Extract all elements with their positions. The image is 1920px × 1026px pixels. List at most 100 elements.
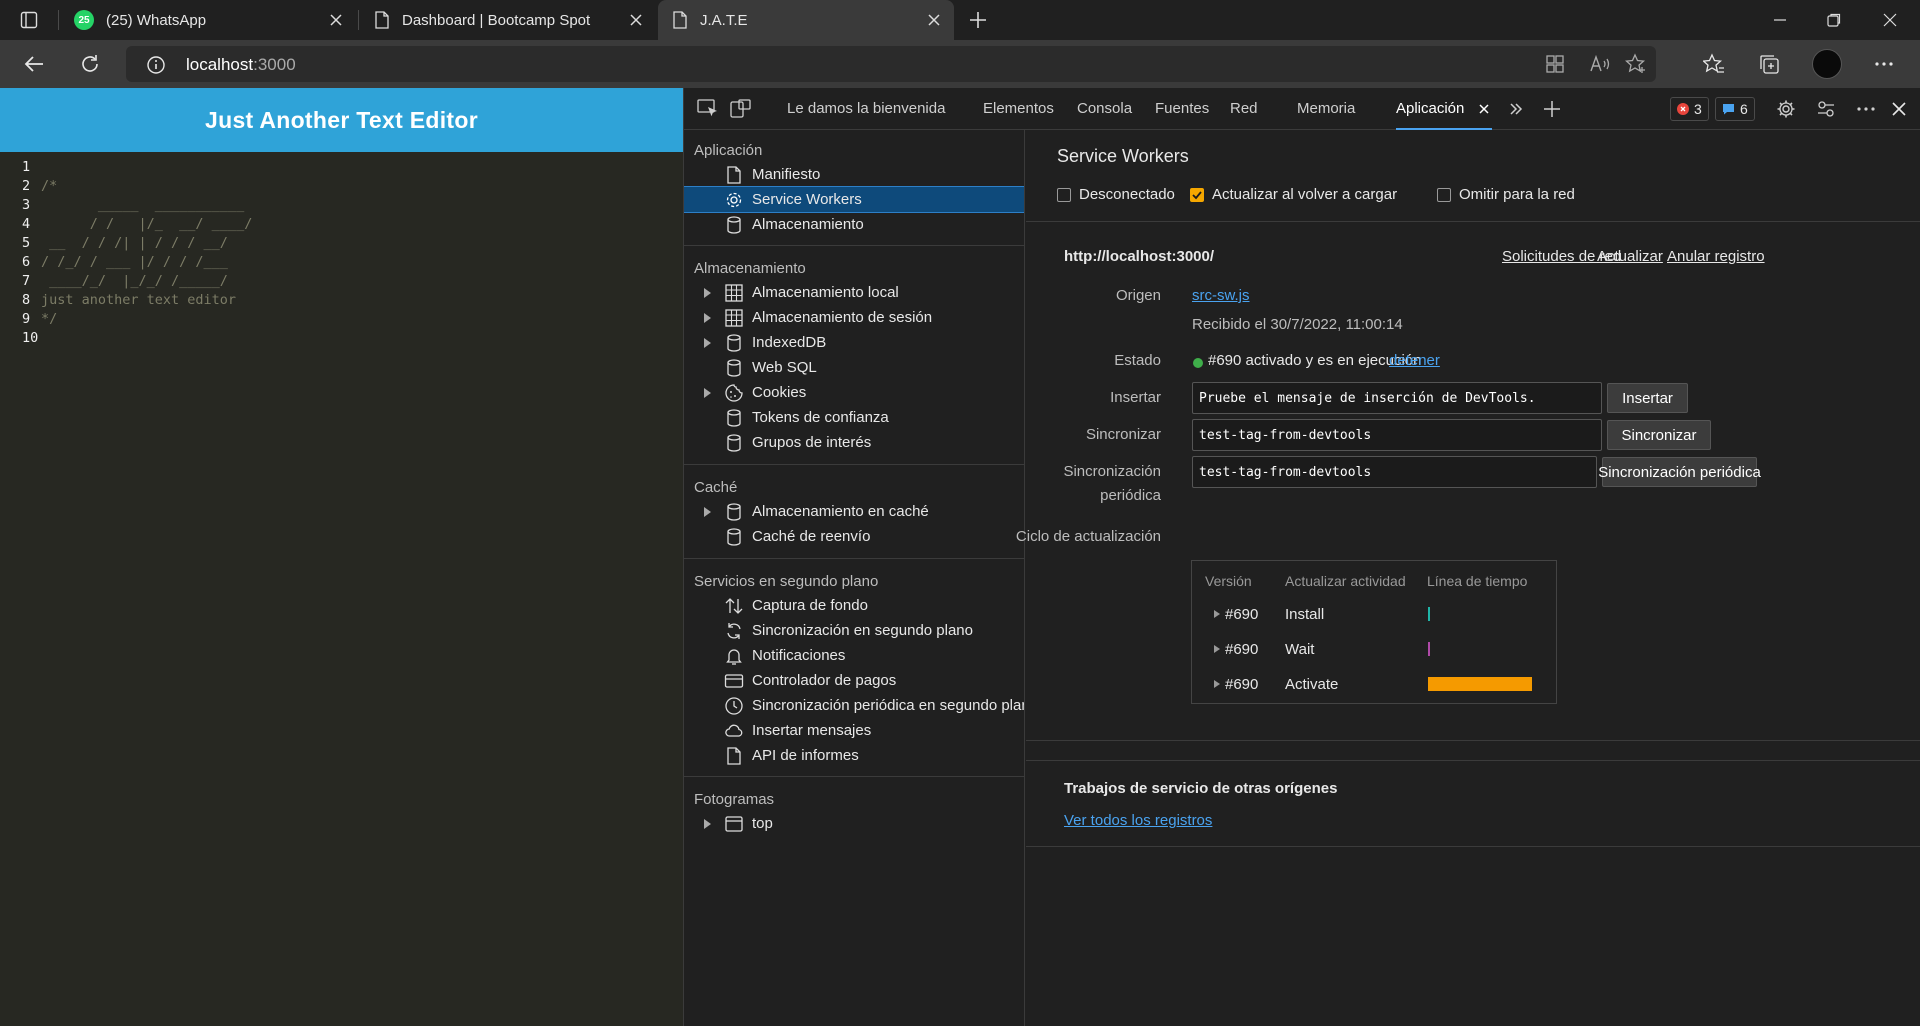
expand-arrow-icon[interactable] [704, 388, 711, 398]
tab-console[interactable]: Consola [1077, 88, 1132, 130]
close-window-icon[interactable] [1862, 0, 1918, 40]
tab-network[interactable]: Red [1230, 88, 1258, 130]
sidebar-item-push-messaging[interactable]: Insertar mensajes [684, 718, 1024, 743]
sync-button[interactable]: Sincronizar [1607, 420, 1711, 450]
apps-icon[interactable] [1539, 48, 1571, 80]
customize-icon[interactable] [1814, 97, 1838, 121]
table-row[interactable]: #690 Activate [1192, 671, 1556, 699]
line-number: 6 [22, 254, 31, 270]
info-icon[interactable] [146, 55, 166, 75]
expand-arrow-icon[interactable] [704, 819, 711, 829]
expand-arrow-icon[interactable] [704, 313, 711, 323]
back-icon[interactable] [18, 48, 50, 80]
url-port: :3000 [253, 55, 296, 74]
line-text: __ / / /| | / / / __/ [41, 235, 228, 251]
document-icon [727, 747, 741, 765]
line-number: 7 [22, 273, 31, 289]
sidebar-item-payment-handler[interactable]: Controlador de pagos [684, 668, 1024, 693]
avatar[interactable] [1811, 48, 1843, 80]
sidebar-item-session-storage[interactable]: Almacenamiento de sesión [684, 305, 1024, 330]
sidebar-item-label: Service Workers [752, 191, 862, 208]
sidebar-item-reporting-api[interactable]: API de informes [684, 743, 1024, 768]
sync-tag-input[interactable]: test-tag-from-devtools [1192, 419, 1602, 451]
tab-label: Aplicación [1396, 100, 1465, 117]
code-editor[interactable]: 1 2 /* 3 _____ ___________ 4 / / |/_ __/ … [0, 158, 252, 348]
close-icon[interactable] [926, 12, 942, 28]
expand-arrow-icon[interactable] [1214, 610, 1220, 618]
expand-arrow-icon[interactable] [1214, 645, 1220, 653]
sidebar-item-web-sql[interactable]: Web SQL [684, 355, 1024, 380]
refresh-icon[interactable] [74, 48, 106, 80]
sidebar-item-label: Grupos de interés [752, 434, 872, 451]
add-favorite-icon[interactable] [1620, 48, 1652, 80]
device-emulation-icon[interactable] [729, 97, 753, 121]
push-message-input[interactable]: Pruebe el mensaje de inserción de DevToo… [1192, 382, 1602, 414]
table-row[interactable]: #690 Wait [1192, 636, 1556, 664]
tab-elements[interactable]: Elementos [983, 88, 1054, 130]
sidebar-item-local-storage[interactable]: Almacenamiento local [684, 280, 1024, 305]
sidebar-item-manifest[interactable]: Manifiesto [684, 162, 1024, 187]
update-link[interactable]: Actualizar [1597, 248, 1663, 265]
sidebar-item-trust-tokens[interactable]: Tokens de confianza [684, 405, 1024, 430]
tab-memory[interactable]: Memoria [1297, 88, 1355, 130]
minimize-icon[interactable] [1752, 0, 1808, 40]
sidebar-item-interest-groups[interactable]: Grupos de interés [684, 430, 1024, 455]
sidebar-item-cookies[interactable]: Cookies [684, 380, 1024, 405]
tab-whatsapp[interactable]: 25 (25) WhatsApp [60, 0, 356, 40]
read-aloud-icon[interactable] [1584, 48, 1616, 80]
inspect-element-icon[interactable] [696, 97, 720, 121]
more-icon[interactable] [1868, 48, 1900, 80]
tab-application[interactable]: Aplicación [1396, 88, 1493, 130]
add-tab-icon[interactable] [1540, 97, 1564, 121]
sidebar-item-notifications[interactable]: Notificaciones [684, 643, 1024, 668]
sidebar-item-storage[interactable]: Almacenamiento [684, 212, 1024, 237]
url-input[interactable]: localhost:3000 [126, 46, 1656, 82]
offline-checkbox[interactable] [1057, 188, 1071, 202]
restore-icon[interactable] [1806, 0, 1862, 40]
document-icon [727, 166, 741, 184]
favorites-icon[interactable] [1698, 48, 1730, 80]
sidebar-item-service-workers[interactable]: Service Workers [684, 186, 1024, 213]
tab-sources[interactable]: Fuentes [1155, 88, 1209, 130]
tab-bootcamp-spot[interactable]: Dashboard | Bootcamp Spot [360, 0, 656, 40]
close-icon[interactable] [628, 12, 644, 28]
collections-icon[interactable] [1753, 48, 1785, 80]
sidebar-item-label: Almacenamiento en caché [752, 503, 929, 520]
expand-arrow-icon[interactable] [704, 288, 711, 298]
sidebar-item-label: Cookies [752, 384, 807, 401]
see-all-registrations-link[interactable]: Ver todos los registros [1064, 812, 1212, 829]
sidebar-item-background-fetch[interactable]: Captura de fondo [684, 593, 1024, 618]
push-button[interactable]: Insertar [1607, 383, 1688, 413]
expand-arrow-icon[interactable] [704, 338, 711, 348]
table-grid-icon [725, 284, 743, 302]
settings-gear-icon[interactable] [1774, 97, 1798, 121]
sidebar-item-back-forward-cache[interactable]: Caché de reenvío [684, 524, 1024, 549]
periodic-sync-tag-input[interactable]: test-tag-from-devtools [1192, 456, 1597, 488]
message-count-badge[interactable]: 6 [1715, 97, 1755, 121]
tab-jate[interactable]: J.A.T.E [658, 0, 954, 40]
database-icon [727, 359, 741, 377]
periodic-sync-button[interactable]: Sincronización periódica [1598, 457, 1761, 487]
expand-arrow-icon[interactable] [1214, 680, 1220, 688]
source-link[interactable]: src-sw.js [1192, 287, 1250, 304]
sidebar-item-periodic-background-sync[interactable]: Sincronización periódica en segundo plan… [684, 693, 1024, 718]
tab-welcome[interactable]: Le damos la bienvenida [787, 88, 945, 130]
sidebar-item-background-sync[interactable]: Sincronización en segundo plano [684, 618, 1024, 643]
error-count-badge[interactable]: 3 [1670, 97, 1709, 121]
tab-actions-icon[interactable] [0, 0, 58, 40]
close-icon[interactable] [1478, 103, 1490, 115]
more-tabs-icon[interactable] [1504, 97, 1528, 121]
close-icon[interactable] [328, 12, 344, 28]
unregister-link[interactable]: Anular registro [1667, 248, 1765, 265]
bypass-network-checkbox[interactable] [1437, 188, 1451, 202]
expand-arrow-icon[interactable] [704, 507, 711, 517]
close-devtools-icon[interactable] [1887, 97, 1911, 121]
sidebar-item-frame-top[interactable]: top [684, 811, 1024, 836]
stop-link[interactable]: detener [1389, 352, 1440, 369]
sidebar-item-indexeddb[interactable]: IndexedDB [684, 330, 1024, 355]
update-on-reload-checkbox[interactable] [1190, 188, 1204, 202]
table-row[interactable]: #690 Install [1192, 601, 1556, 629]
sidebar-item-cache-storage[interactable]: Almacenamiento en caché [684, 499, 1024, 524]
more-options-icon[interactable] [1854, 97, 1878, 121]
new-tab-icon[interactable] [962, 0, 994, 40]
